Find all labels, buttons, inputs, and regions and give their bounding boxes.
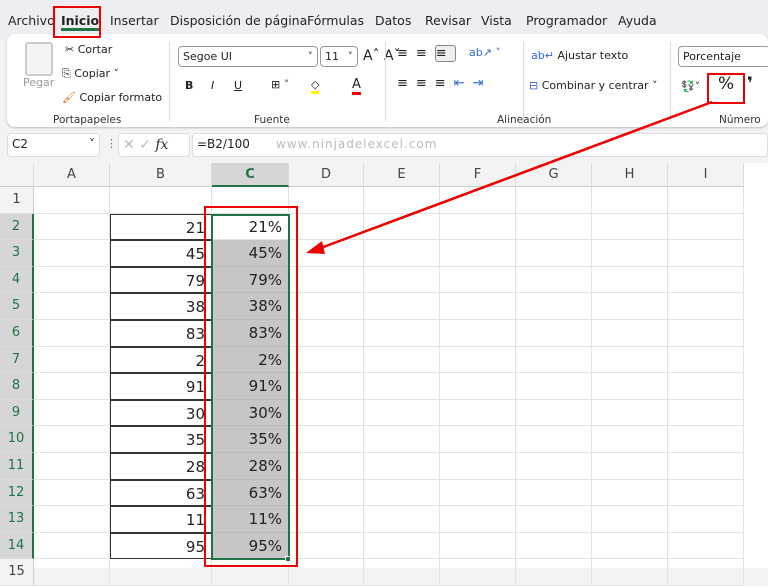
annotation-arrow — [306, 100, 713, 254]
